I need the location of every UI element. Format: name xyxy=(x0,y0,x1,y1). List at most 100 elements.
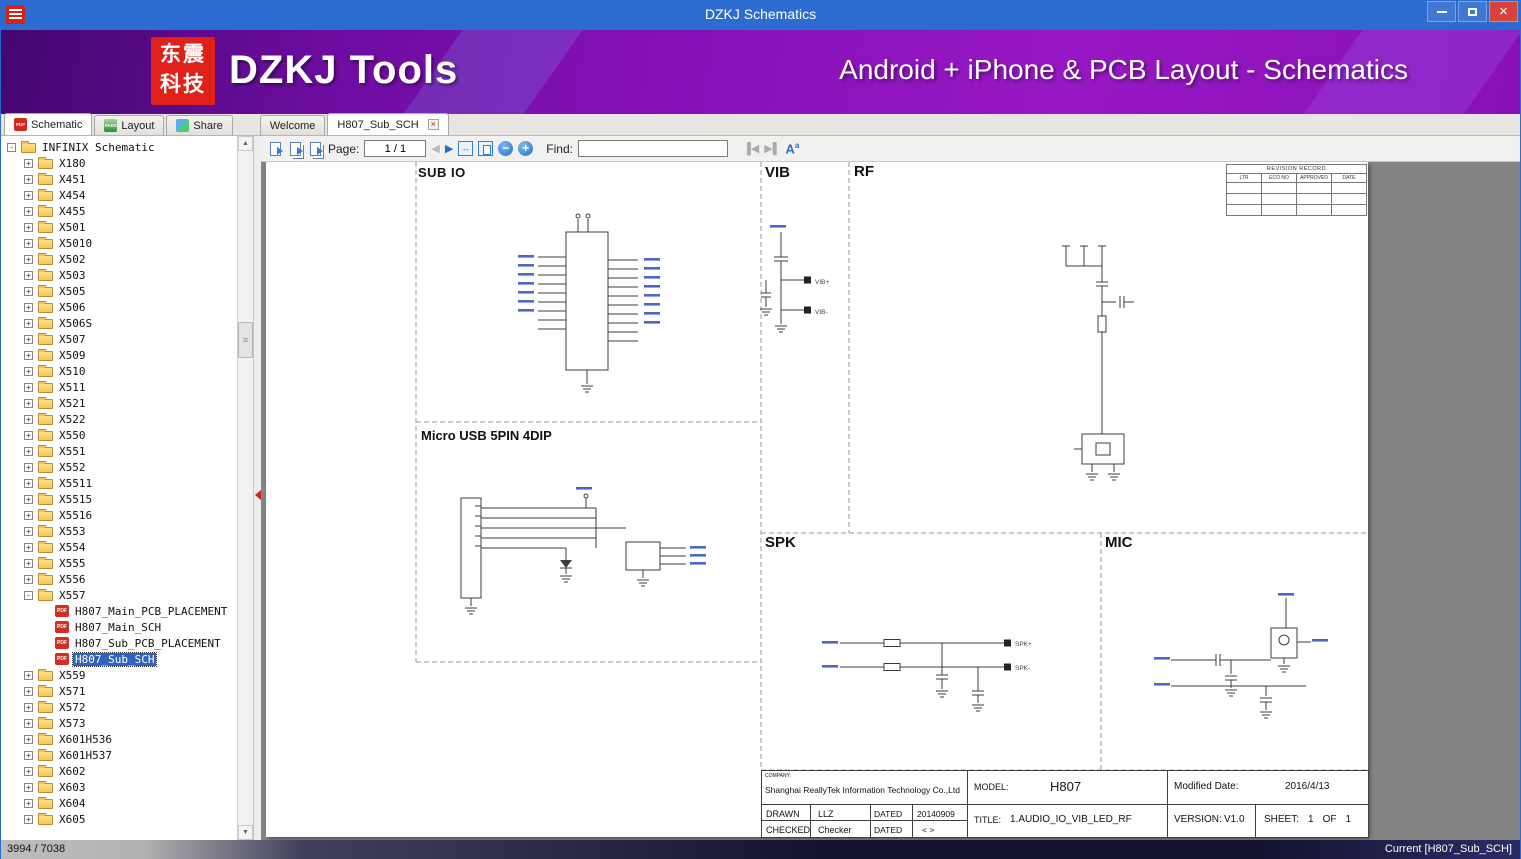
tree-item-X505[interactable]: +X505 xyxy=(1,283,237,299)
zoom-out-icon[interactable]: − xyxy=(498,141,513,156)
tree-item-X603[interactable]: +X603 xyxy=(1,779,237,795)
tree-item-label[interactable]: X605 xyxy=(57,813,88,826)
expand-icon[interactable]: + xyxy=(24,799,33,808)
tree-item-X604[interactable]: + X604 xyxy=(1,795,237,811)
tree-item-label[interactable]: X603 xyxy=(57,781,88,794)
expand-icon[interactable]: + xyxy=(24,559,33,568)
tree-item-X510[interactable]: +X510 xyxy=(1,363,237,379)
scroll-up-icon[interactable] xyxy=(238,136,253,151)
tree-item-label[interactable]: X451 xyxy=(57,173,88,186)
expand-icon[interactable]: + xyxy=(24,303,33,312)
collapse-icon[interactable]: - xyxy=(24,591,33,600)
tree-item-X522[interactable]: +X522 xyxy=(1,411,237,427)
expand-icon[interactable]: + xyxy=(24,207,33,216)
collapse-icon[interactable]: - xyxy=(7,143,16,152)
tree-item-label[interactable]: INFINIX Schematic xyxy=(40,141,157,154)
tree-item-label[interactable]: X601H537 xyxy=(57,749,114,762)
minimize-button[interactable] xyxy=(1427,1,1456,22)
tree-item-X5511[interactable]: +X5511 xyxy=(1,475,237,491)
tree-item-label[interactable]: X506 xyxy=(57,301,88,314)
expand-icon[interactable]: + xyxy=(24,767,33,776)
scrollbar-thumb[interactable] xyxy=(238,322,253,358)
prev-page-icon[interactable] xyxy=(431,142,439,155)
tree-item-label[interactable]: H807_Main_SCH xyxy=(73,621,163,634)
sidebar-splitter[interactable] xyxy=(253,136,261,840)
tree-item-label[interactable]: X5010 xyxy=(57,237,94,250)
expand-icon[interactable]: + xyxy=(24,735,33,744)
tree-item-INFINIX Schematic[interactable]: - INFINIX Schematic xyxy=(1,139,237,155)
expand-icon[interactable]: + xyxy=(24,223,33,232)
fit-page-icon[interactable] xyxy=(478,141,493,156)
tree-item-H807_Main_SCH[interactable]: PDFH807_Main_SCH xyxy=(1,619,237,635)
tree-item-X454[interactable]: +X454 xyxy=(1,187,237,203)
tree-item-X5010[interactable]: +X5010 xyxy=(1,235,237,251)
expand-icon[interactable]: + xyxy=(24,719,33,728)
tree-item-label[interactable]: X555 xyxy=(57,557,88,570)
scroll-down-icon[interactable] xyxy=(238,825,253,840)
tree-item-label[interactable]: H807_Main_PCB_PLACEMENT xyxy=(73,605,229,618)
tree-item-H807_Sub_PCB_PLACEMENT[interactable]: PDFH807_Sub_PCB_PLACEMENT xyxy=(1,635,237,651)
expand-icon[interactable]: + xyxy=(24,495,33,504)
tree-item-label[interactable]: X553 xyxy=(57,525,88,538)
tree-item-X553[interactable]: +X553 xyxy=(1,523,237,539)
tree-item-label[interactable]: X557 xyxy=(57,589,88,602)
text-size-icon[interactable]: Aa xyxy=(786,141,800,156)
tree-item-label[interactable]: X554 xyxy=(57,541,88,554)
tree-item-label[interactable]: X511 xyxy=(57,381,88,394)
tree-item-label[interactable]: X604 xyxy=(57,797,88,810)
page-tile-icon[interactable] xyxy=(308,141,323,156)
tree-item-label[interactable]: X522 xyxy=(57,413,88,426)
tab-layout[interactable]: Layout xyxy=(94,115,164,135)
expand-icon[interactable]: + xyxy=(24,351,33,360)
tree-item-label[interactable]: X572 xyxy=(57,701,88,714)
zoom-in-icon[interactable]: + xyxy=(518,141,533,156)
expand-icon[interactable]: + xyxy=(24,751,33,760)
tree-item-X455[interactable]: + X455 xyxy=(1,203,237,219)
tree-item-X502[interactable]: +X502 xyxy=(1,251,237,267)
tree-item-X521[interactable]: +X521 xyxy=(1,395,237,411)
tab-close-icon[interactable] xyxy=(428,119,439,130)
tree-item-X601H536[interactable]: +X601H536 xyxy=(1,731,237,747)
tree-item-X572[interactable]: + X572 xyxy=(1,699,237,715)
tree-item-label[interactable]: X501 xyxy=(57,221,88,234)
tree-item-X550[interactable]: + X550 xyxy=(1,427,237,443)
tree-item-label[interactable]: X551 xyxy=(57,445,88,458)
expand-icon[interactable]: + xyxy=(24,575,33,584)
tree-item-label[interactable]: X602 xyxy=(57,765,88,778)
page-export-icon[interactable] xyxy=(268,141,283,156)
tree-item-X552[interactable]: +X552 xyxy=(1,459,237,475)
expand-icon[interactable]: + xyxy=(24,431,33,440)
tree-item-label[interactable]: X550 xyxy=(57,429,88,442)
tree-item-label[interactable]: H807_Sub_SCH xyxy=(73,653,156,666)
expand-icon[interactable]: + xyxy=(24,271,33,280)
tree-item-X507[interactable]: +X507 xyxy=(1,331,237,347)
doc-tab-h807-sub-sch[interactable]: H807_Sub_SCH xyxy=(327,113,448,135)
tree-item-H807_Main_PCB_PLACEMENT[interactable]: PDFH807_Main_PCB_PLACEMENT xyxy=(1,603,237,619)
tree-item-X573[interactable]: + X573 xyxy=(1,715,237,731)
expand-icon[interactable]: + xyxy=(24,399,33,408)
expand-icon[interactable]: + xyxy=(24,367,33,376)
tree-item-label[interactable]: X573 xyxy=(57,717,88,730)
tab-share[interactable]: Share xyxy=(166,115,232,135)
tree-item-X557[interactable]: - X557 xyxy=(1,587,237,603)
tree-item-label[interactable]: H807_Sub_PCB_PLACEMENT xyxy=(73,637,223,650)
find-prev-icon[interactable] xyxy=(743,142,759,155)
tree-item-X571[interactable]: +X571 xyxy=(1,683,237,699)
tree-item-label[interactable]: X455 xyxy=(57,205,88,218)
tree-item-X503[interactable]: +X503 xyxy=(1,267,237,283)
expand-icon[interactable]: + xyxy=(24,319,33,328)
expand-icon[interactable]: + xyxy=(24,383,33,392)
expand-icon[interactable]: + xyxy=(24,463,33,472)
page-number-input[interactable] xyxy=(364,140,426,157)
tree-item-X605[interactable]: +X605 xyxy=(1,811,237,827)
expand-icon[interactable]: + xyxy=(24,287,33,296)
tree-item-label[interactable]: X571 xyxy=(57,685,88,698)
tree-item-X5515[interactable]: +X5515 xyxy=(1,491,237,507)
tree-item-label[interactable]: X509 xyxy=(57,349,88,362)
tree-item-label[interactable]: X502 xyxy=(57,253,88,266)
tree-item-label[interactable]: X5511 xyxy=(57,477,94,490)
fit-width-icon[interactable] xyxy=(458,141,473,156)
close-button[interactable]: × xyxy=(1489,1,1518,22)
expand-icon[interactable]: + xyxy=(24,703,33,712)
tree-item-X551[interactable]: +X551 xyxy=(1,443,237,459)
